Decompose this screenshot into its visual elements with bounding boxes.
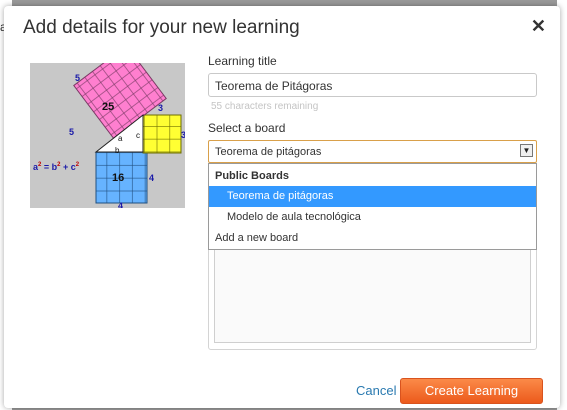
close-icon[interactable]: ✕ (531, 16, 546, 37)
board-preview-area (214, 248, 531, 343)
pythagoras-diagram: 25 5 5 3 3 16 4 4 a b c a2 = b2 + c2 (33, 63, 185, 208)
dropdown-group-label: Public Boards (215, 170, 289, 182)
learning-title-input[interactable]: Teorema de Pitágoras (208, 73, 537, 97)
dropdown-item-modelo[interactable]: Modelo de aula tecnológica (209, 207, 536, 228)
square-right (142, 114, 182, 154)
triangle-label-a: a (118, 134, 123, 143)
square-right-side-right: 3 (181, 130, 185, 140)
square-right-side-top: 3 (158, 103, 163, 113)
square-top-side-left: 5 (69, 127, 74, 137)
square-top-side-top: 5 (75, 73, 80, 83)
square-bottom-value: 16 (112, 172, 124, 184)
learning-thumbnail: 25 5 5 3 3 16 4 4 a b c a2 = b2 + c2 (30, 63, 185, 208)
create-learning-button[interactable]: Create Learning (400, 378, 543, 404)
learning-title-label: Learning title (208, 54, 277, 68)
board-select[interactable]: Teorema de pitágoras ▼ (208, 140, 537, 163)
square-bottom-side-bottom: 4 (118, 201, 123, 208)
dropdown-item-teorema[interactable]: Teorema de pitágoras (209, 186, 536, 207)
formula: a2 = b2 + c2 (33, 162, 80, 172)
board-preview-panel (208, 241, 537, 350)
board-select-label: Select a board (208, 121, 286, 135)
square-bottom-side-right: 4 (149, 173, 154, 183)
dialog-title: Add details for your new learning (23, 17, 300, 38)
triangle-label-c: c (136, 131, 140, 140)
chars-remaining-hint: 55 characters remaining (211, 101, 319, 112)
triangle-label-b: b (115, 146, 120, 155)
cancel-button[interactable]: Cancel (356, 383, 396, 398)
board-dropdown-list: Public Boards Teorema de pitágoras Model… (208, 163, 537, 250)
square-top-value: 25 (102, 101, 114, 113)
dropdown-add-new-board[interactable]: Add a new board (209, 228, 536, 249)
board-select-value: Teorema de pitágoras (215, 146, 322, 158)
add-learning-dialog: Add details for your new learning ✕ 25 5… (4, 6, 560, 408)
chevron-down-icon[interactable]: ▼ (520, 144, 533, 157)
